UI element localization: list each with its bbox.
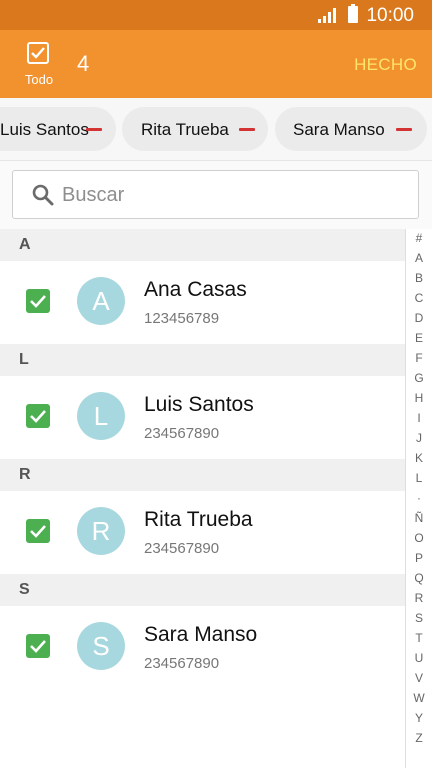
index-letter[interactable]: I: [406, 411, 432, 425]
index-letter[interactable]: A: [406, 251, 432, 265]
index-letter[interactable]: Ñ: [406, 511, 432, 525]
index-letter[interactable]: P: [406, 551, 432, 565]
checked-checkbox[interactable]: [26, 519, 50, 543]
search-placeholder: Buscar: [62, 184, 125, 206]
index-letter[interactable]: G: [406, 371, 432, 385]
index-letter[interactable]: K: [406, 451, 432, 465]
index-letter[interactable]: Z: [406, 731, 432, 745]
index-letter[interactable]: Q: [406, 571, 432, 585]
contact-number: 234567890: [144, 540, 220, 557]
index-letter[interactable]: C: [406, 291, 432, 305]
index-letter[interactable]: T: [406, 631, 432, 645]
index-letter[interactable]: H: [406, 391, 432, 405]
index-letter[interactable]: B: [406, 271, 432, 285]
index-letter[interactable]: F: [406, 351, 432, 365]
contact-name: Luis Santos: [144, 393, 254, 416]
contact-name: Rita Trueba: [144, 508, 253, 531]
section-letter: L: [19, 351, 29, 368]
select-all-button[interactable]: Todo: [20, 40, 60, 92]
index-letter[interactable]: O: [406, 531, 432, 545]
contact-row[interactable]: R Rita Trueba 234567890: [0, 491, 405, 574]
contact-row[interactable]: S Sara Manso 234567890: [0, 606, 405, 689]
chip-name: Rita Trueba: [141, 120, 229, 139]
checked-checkbox[interactable]: [26, 634, 50, 658]
selected-count: 4: [77, 51, 90, 76]
checkbox-icon: [27, 42, 49, 64]
contact-number: 123456789: [144, 310, 220, 327]
done-button[interactable]: HECHO: [354, 55, 417, 75]
select-all-label: Todo: [24, 72, 54, 87]
index-letter[interactable]: V: [406, 671, 432, 685]
contact-name: Sara Manso: [144, 623, 258, 646]
status-time: 10:00: [366, 5, 414, 26]
selected-chip[interactable]: Sara Manso: [275, 107, 427, 151]
section-header: L: [0, 344, 405, 376]
index-letter[interactable]: S: [406, 611, 432, 625]
section-header: A: [0, 229, 405, 261]
chip-name: Sara Manso: [293, 120, 385, 139]
checked-checkbox[interactable]: [26, 289, 50, 313]
chip-name: Luis Santos: [0, 120, 89, 139]
contact-row[interactable]: A Ana Casas 123456789: [0, 261, 405, 344]
section-header: S: [0, 574, 405, 606]
action-bar: Todo 4 HECHO: [0, 30, 432, 98]
selected-chip[interactable]: Rita Trueba: [122, 107, 268, 151]
section-letter: R: [19, 466, 31, 483]
avatar: A: [77, 277, 125, 325]
remove-icon[interactable]: [239, 128, 255, 131]
status-bar: 10:00: [0, 0, 432, 30]
index-letter[interactable]: D: [406, 311, 432, 325]
selected-contacts-bar: Luis Santos Rita Trueba Sara Manso: [0, 98, 432, 161]
avatar: R: [77, 507, 125, 555]
avatar: L: [77, 392, 125, 440]
index-letter[interactable]: #: [406, 231, 432, 245]
section-header: R: [0, 459, 405, 491]
signal-icon: [318, 8, 336, 23]
index-letter[interactable]: L: [406, 471, 432, 485]
search-input[interactable]: Buscar: [12, 170, 419, 219]
index-letter[interactable]: E: [406, 331, 432, 345]
contact-row[interactable]: L Luis Santos 234567890: [0, 376, 405, 459]
index-letter[interactable]: J: [406, 431, 432, 445]
section-letter: S: [19, 581, 30, 598]
section-letter: A: [19, 236, 31, 253]
selected-chip[interactable]: Luis Santos: [0, 107, 116, 151]
search-area: Buscar: [0, 161, 432, 229]
contact-number: 234567890: [144, 655, 220, 672]
index-letter[interactable]: Y: [406, 711, 432, 725]
contact-list: A A Ana Casas 123456789 L L Luis Santos …: [0, 229, 405, 768]
alphabet-index[interactable]: # A B C D E F G H I J K L · Ñ O P Q R S T U V W Y Z: [405, 229, 432, 768]
remove-icon[interactable]: [86, 128, 102, 131]
contact-name: Ana Casas: [144, 278, 247, 301]
index-letter[interactable]: W: [406, 691, 432, 705]
contact-number: 234567890: [144, 425, 220, 442]
checked-checkbox[interactable]: [26, 404, 50, 428]
index-letter[interactable]: R: [406, 591, 432, 605]
index-letter[interactable]: U: [406, 651, 432, 665]
search-icon: [32, 184, 54, 206]
remove-icon[interactable]: [396, 128, 412, 131]
avatar: S: [77, 622, 125, 670]
index-letter[interactable]: ·: [406, 491, 432, 505]
battery-icon: [348, 4, 358, 23]
